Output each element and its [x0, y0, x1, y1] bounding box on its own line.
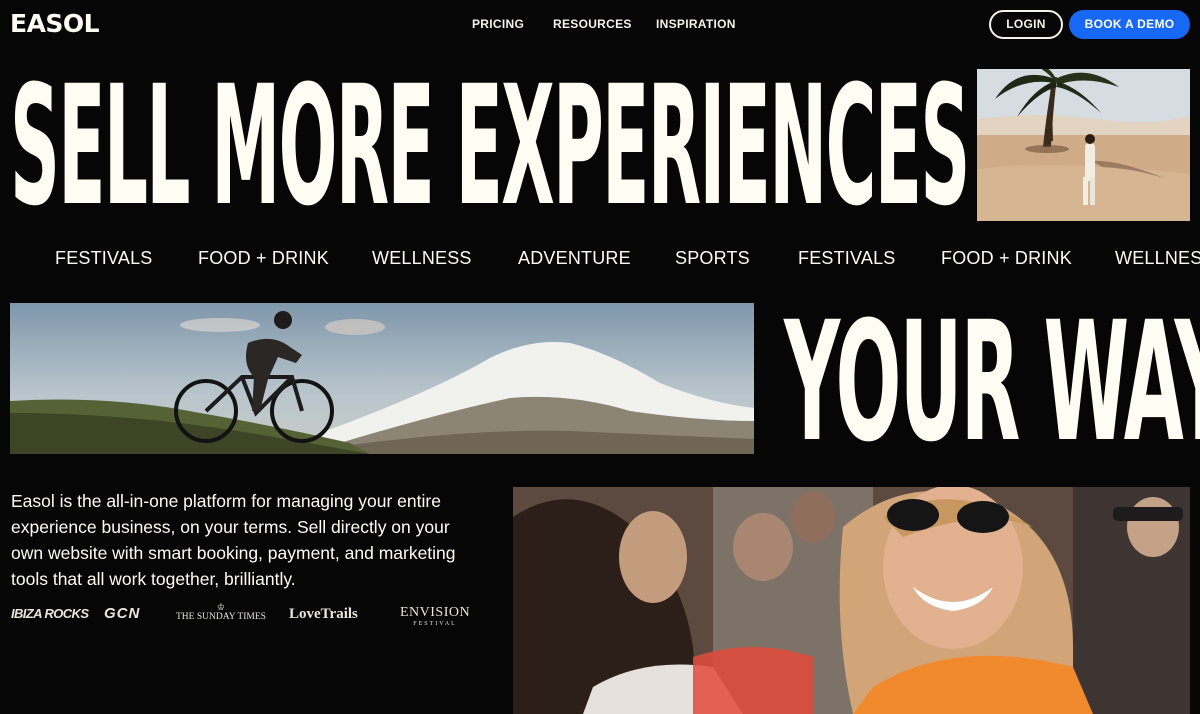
easol-logo[interactable]: EASOL — [10, 11, 100, 37]
intro-paragraph: Easol is the all-in-one platform for man… — [11, 491, 456, 589]
cyclist-mountain-photo — [10, 303, 754, 454]
cyclist-mountain-illustration — [10, 303, 754, 454]
festival-crowd-photo — [513, 487, 1190, 714]
nav-pricing[interactable]: PRICING — [472, 17, 524, 31]
envision-subtitle: FESTIVAL — [413, 621, 457, 627]
nav-inspiration[interactable]: INSPIRATION — [656, 17, 736, 31]
category-wellness[interactable]: WELLNESS — [372, 248, 472, 269]
desert-palm-photo — [977, 69, 1190, 221]
festival-crowd-illustration — [513, 487, 1190, 714]
category-food-drink[interactable]: FOOD + DRINK — [941, 248, 1072, 269]
site-header: EASOL PRICING RESOURCES INSPIRATION LOGI… — [0, 0, 1200, 48]
ibiza-rocks-logo: IBIZA ROCKS — [11, 606, 89, 621]
category-food-drink[interactable]: FOOD + DRINK — [198, 248, 329, 269]
hero-headline-primary: SELL MORE EXPERIENCES — [10, 50, 970, 242]
sunday-times-logo: ♔ THE SUNDAY TIMES — [176, 602, 266, 623]
envision-festival-logo: ENVISION FESTIVAL — [400, 605, 470, 627]
category-festivals[interactable]: FESTIVALS — [55, 248, 153, 269]
category-adventure[interactable]: ADVENTURE — [518, 248, 631, 269]
envision-wordmark: ENVISION — [400, 605, 471, 620]
sunday-times-wordmark: THE SUNDAY TIMES — [176, 612, 266, 622]
hero-headline-secondary: YOUR WAY — [784, 286, 1200, 478]
lovetrails-logo: LoveTrails — [289, 606, 358, 622]
category-festivals[interactable]: FESTIVALS — [798, 248, 896, 269]
category-wellness[interactable]: WELLNESS — [1115, 248, 1200, 269]
gcn-logo: GCN — [104, 605, 141, 622]
login-button[interactable]: LOGIN — [989, 10, 1063, 39]
category-sports[interactable]: SPORTS — [675, 248, 750, 269]
nav-resources[interactable]: RESOURCES — [553, 17, 632, 31]
crest-icon: ♔ — [216, 602, 225, 612]
category-ticker: FESTIVALS FOOD + DRINK WELLNESS ADVENTUR… — [0, 240, 1200, 276]
book-demo-button[interactable]: BOOK A DEMO — [1069, 10, 1190, 39]
desert-palm-illustration — [977, 69, 1190, 221]
